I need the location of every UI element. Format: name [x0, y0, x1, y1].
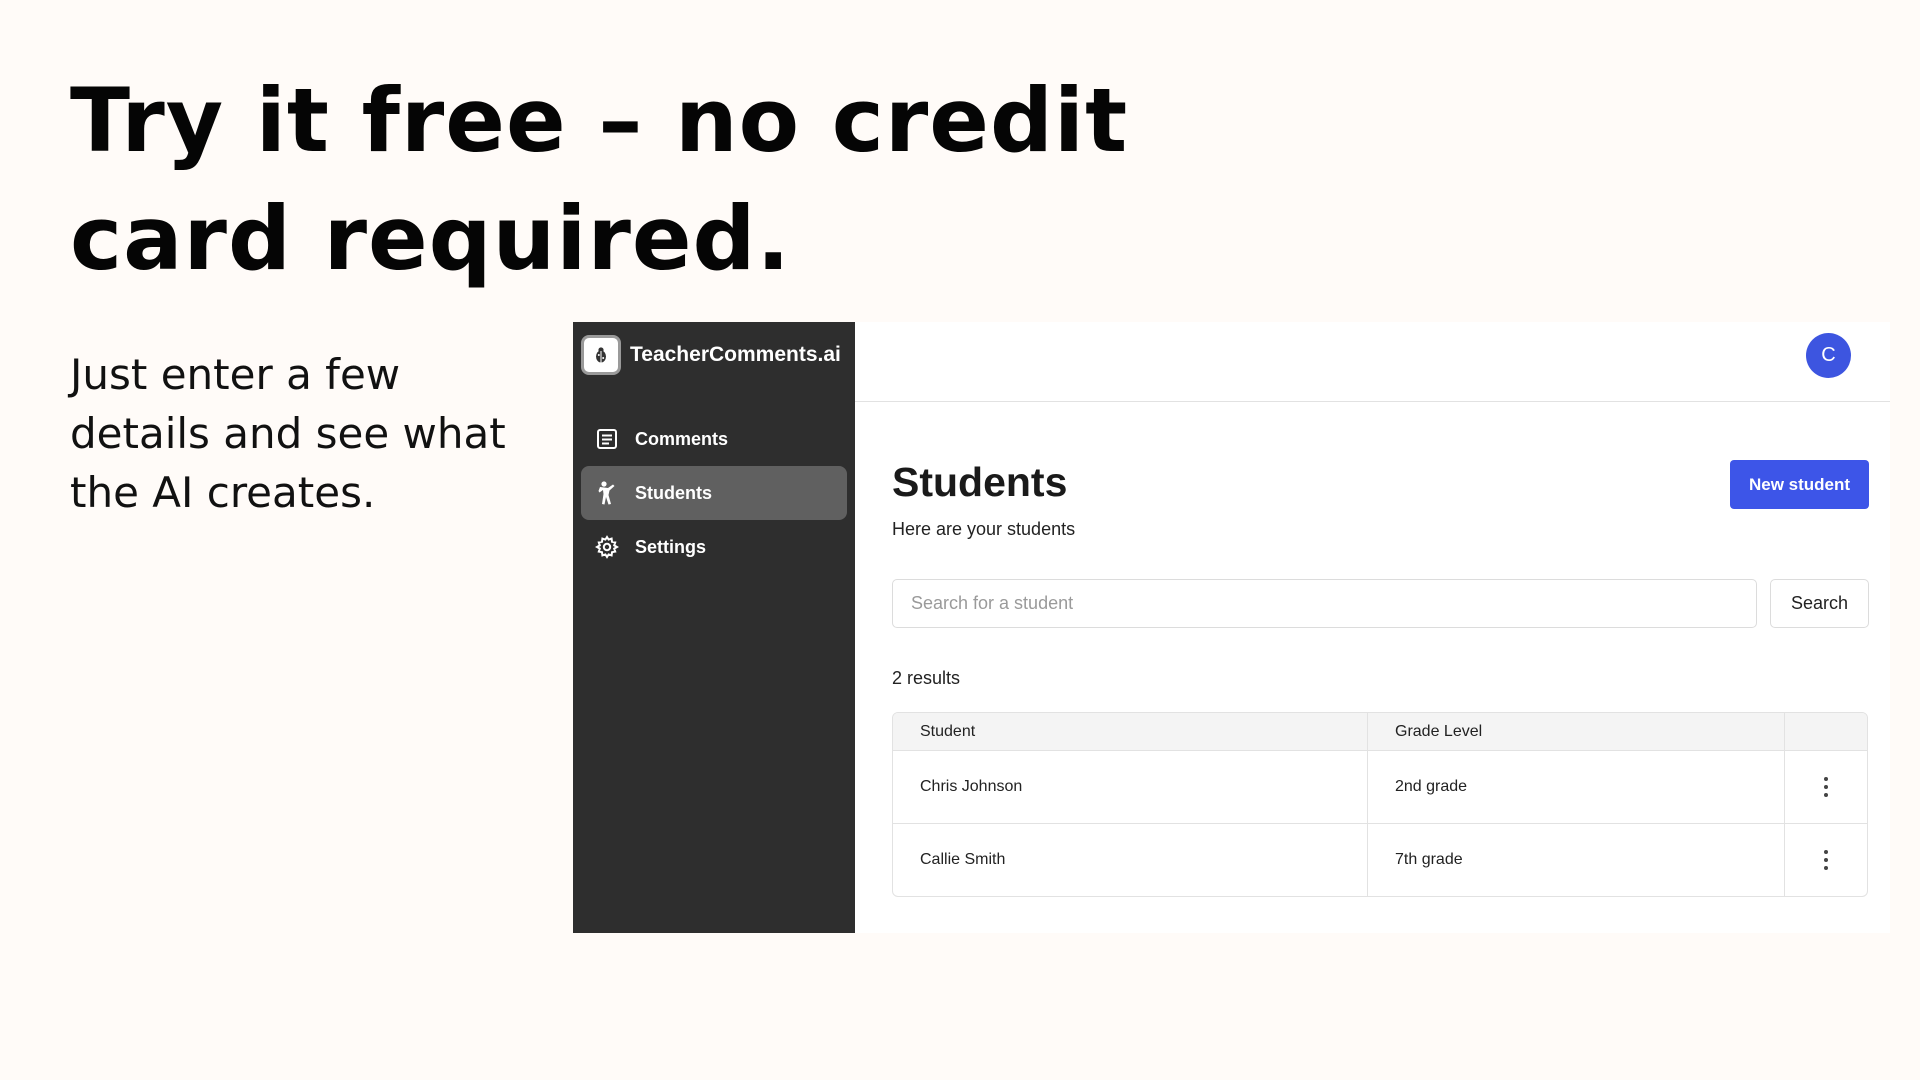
avatar[interactable]: C: [1806, 333, 1851, 378]
gear-icon: [595, 535, 619, 559]
table-header-row: Student Grade Level: [893, 713, 1867, 750]
table-row[interactable]: Callie Smith 7th grade: [893, 823, 1867, 896]
sidebar-item-label: Students: [635, 482, 713, 503]
slide-subtext: Just enter a few details and see what th…: [70, 350, 506, 517]
sidebar-item-label: Settings: [635, 536, 707, 557]
grade-level-cell: 2nd grade: [1368, 751, 1785, 823]
search-input[interactable]: [892, 579, 1757, 628]
column-header-actions: [1785, 713, 1867, 750]
new-student-button[interactable]: New student: [1730, 460, 1869, 509]
more-options-icon[interactable]: [1814, 772, 1838, 802]
sidebar-item-students[interactable]: Students: [581, 466, 847, 520]
page-subtitle: Here are your students: [892, 519, 1076, 539]
document-list-icon: [595, 427, 619, 451]
brand[interactable]: TeacherComments.ai: [581, 328, 847, 382]
slide-headline: Try it free – no credit card required.: [70, 69, 1129, 290]
sidebar-item-comments[interactable]: Comments: [581, 412, 847, 466]
search-button[interactable]: Search: [1770, 579, 1869, 628]
student-name-cell[interactable]: Callie Smith: [893, 824, 1368, 896]
results-count: 2 results: [892, 668, 961, 688]
table-row[interactable]: Chris Johnson 2nd grade: [893, 750, 1867, 823]
column-header-grade-level[interactable]: Grade Level: [1368, 713, 1785, 750]
top-bar: C: [855, 322, 1890, 402]
more-options-icon[interactable]: [1814, 845, 1838, 875]
student-name-cell[interactable]: Chris Johnson: [893, 751, 1368, 823]
app-window: TeacherComments.ai Comments Students Set…: [573, 322, 1890, 933]
person-icon: [595, 481, 619, 505]
column-header-student[interactable]: Student: [893, 713, 1368, 750]
brand-name: TeacherComments.ai: [630, 343, 841, 366]
page-title: Students: [892, 459, 1068, 505]
grade-level-cell: 7th grade: [1368, 824, 1785, 896]
row-actions-cell: [1785, 751, 1867, 823]
sidebar-item-settings[interactable]: Settings: [581, 520, 847, 574]
students-table: Student Grade Level Chris Johnson 2nd gr…: [892, 712, 1868, 897]
ladybug-icon: [581, 335, 621, 375]
row-actions-cell: [1785, 824, 1867, 896]
main-content: C Students Here are your students New st…: [855, 322, 1890, 933]
sidebar: TeacherComments.ai Comments Students Set…: [573, 322, 855, 933]
sidebar-item-label: Comments: [635, 428, 729, 449]
